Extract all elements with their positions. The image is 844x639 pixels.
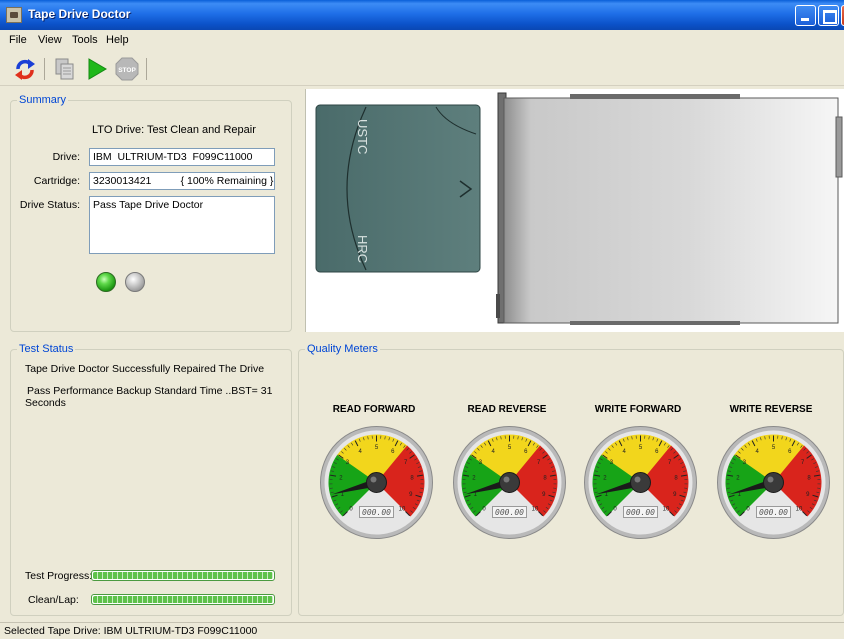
title-bar: Tape Drive Doctor [0, 0, 844, 30]
tape-drive-image: USTC HRC [315, 92, 843, 325]
toolbar: STOP [0, 50, 844, 86]
gauge-scale-label: 10 [796, 506, 803, 512]
gauge-readout: 000.00 [759, 508, 788, 517]
drive-status-label: Drive Status: [19, 199, 80, 211]
test-status-line: Tape Drive Doctor Successfully Repaired … [25, 363, 265, 375]
gauge-label-write-forward: WRITE FORWARD [594, 404, 682, 415]
cartridge-field[interactable]: 3230013421 { 100% Remaining } [89, 172, 275, 190]
gauge-hub [763, 472, 784, 493]
summary-heading: LTO Drive: Test Clean and Repair [92, 124, 256, 136]
minimize-button[interactable] [795, 5, 816, 26]
gauge-read-reverse: 0 1 2 3 4 5 6 7 8 9 10 000.00 [452, 425, 567, 540]
clean-lap-label: Clean/Lap: [28, 594, 79, 606]
drive-label: Drive: [52, 151, 80, 163]
gauge-scale-label: 10 [532, 506, 539, 512]
quality-meters-title: Quality Meters [305, 343, 380, 355]
stop-icon[interactable]: STOP [114, 56, 140, 82]
gauge-write-forward: 0 1 2 3 4 5 6 7 8 9 10 000.00 [583, 425, 698, 540]
gauge-label-write-reverse: WRITE REVERSE [729, 404, 813, 415]
menu-view[interactable]: View [38, 34, 62, 46]
test-status-line: Seconds [25, 397, 66, 409]
gauge-hub [366, 472, 387, 493]
gauge-hub [630, 472, 651, 493]
summary-title: Summary [17, 94, 69, 106]
cartridge-image: USTC HRC [315, 104, 481, 273]
gauge-label-read-reverse: READ REVERSE [467, 404, 547, 415]
drive-visualization: USTC HRC [305, 89, 844, 332]
toolbar-separator [44, 58, 45, 80]
cartridge-bottom-text: HRC [355, 235, 370, 263]
status-bar-text: Selected Tape Drive: IBM ULTRIUM-TD3 F09… [4, 625, 258, 637]
cartridge-top-text: USTC [355, 119, 370, 154]
gauge-read-forward: 0 1 2 3 4 5 6 7 8 9 10 000.00 [319, 425, 434, 540]
gauge-readout: 000.00 [362, 508, 391, 517]
status-led-gray [125, 272, 145, 292]
test-progress-fill [93, 572, 273, 579]
copy-icon[interactable] [52, 56, 78, 82]
gauge-readout: 000.00 [626, 508, 655, 517]
menu-tools[interactable]: Tools [72, 34, 98, 46]
drive-status-field[interactable]: Pass Tape Drive Doctor [89, 196, 275, 254]
gauge-scale-label: 10 [399, 506, 406, 512]
test-status-line: Pass Performance Backup Standard Time ..… [27, 385, 273, 397]
clean-lap-progress-bar [91, 594, 275, 605]
stop-label: STOP [118, 67, 136, 74]
status-bar: Selected Tape Drive: IBM ULTRIUM-TD3 F09… [0, 622, 844, 639]
test-status-title: Test Status [17, 343, 76, 355]
test-progress-bar [91, 570, 275, 581]
test-progress-label: Test Progress: [25, 570, 93, 582]
menu-file[interactable]: File [9, 34, 27, 46]
cartridge-label: Cartridge: [33, 175, 80, 187]
menu-bar: File View Tools Help [0, 30, 844, 50]
clean-lap-progress-fill [93, 596, 273, 603]
gauge-readout: 000.00 [495, 508, 524, 517]
drive-unit-image [496, 92, 843, 325]
gauge-write-reverse: 0 1 2 3 4 5 6 7 8 9 10 000.00 [716, 425, 831, 540]
gauge-hub [499, 472, 520, 493]
gauge-label-read-forward: READ FORWARD [332, 404, 416, 415]
toolbar-separator [146, 58, 147, 80]
app-icon [6, 7, 22, 23]
status-led-green [96, 272, 116, 292]
play-icon[interactable] [84, 56, 110, 82]
menu-help[interactable]: Help [106, 34, 129, 46]
drive-field[interactable]: IBM ULTRIUM-TD3 F099C11000 [89, 148, 275, 166]
maximize-button[interactable] [818, 5, 839, 26]
refresh-icon[interactable] [12, 56, 38, 82]
window-title: Tape Drive Doctor [28, 7, 131, 21]
gauge-scale-label: 10 [663, 506, 670, 512]
